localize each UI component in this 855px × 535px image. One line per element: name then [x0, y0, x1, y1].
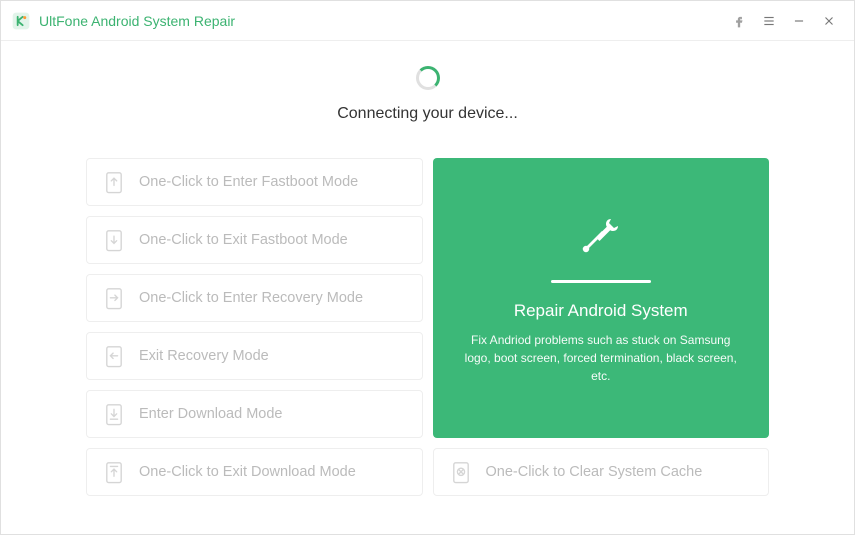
phone-enter-icon	[105, 287, 123, 309]
titlebar-left: UltFone Android System Repair	[11, 11, 235, 31]
card-label: Exit Recovery Mode	[139, 348, 269, 364]
options-grid: One-Click to Enter Fastboot Mode One-Cli…	[86, 158, 769, 496]
enter-download-card[interactable]: Enter Download Mode	[86, 390, 423, 438]
titlebar: UltFone Android System Repair	[1, 1, 854, 41]
card-label: Enter Download Mode	[139, 406, 282, 422]
repair-system-card[interactable]: Repair Android System Fix Andriod proble…	[433, 158, 770, 438]
feature-title: Repair Android System	[514, 301, 688, 321]
enter-fastboot-card[interactable]: One-Click to Enter Fastboot Mode	[86, 158, 423, 206]
card-label: One-Click to Exit Download Mode	[139, 464, 356, 480]
exit-fastboot-card[interactable]: One-Click to Exit Fastboot Mode	[86, 216, 423, 264]
feature-description: Fix Andriod problems such as stuck on Sa…	[453, 331, 750, 385]
app-window: UltFone Android System Repair Connecting…	[0, 0, 855, 535]
exit-recovery-card[interactable]: Exit Recovery Mode	[86, 332, 423, 380]
status-text: Connecting your device...	[86, 105, 769, 123]
titlebar-controls	[724, 6, 844, 36]
phone-down-icon	[105, 229, 123, 251]
card-label: One-Click to Exit Fastboot Mode	[139, 232, 348, 248]
phone-exit-icon	[105, 345, 123, 367]
exit-download-card[interactable]: One-Click to Exit Download Mode	[86, 448, 423, 496]
menu-icon[interactable]	[754, 6, 784, 36]
phone-download-icon	[105, 403, 123, 425]
facebook-icon[interactable]	[724, 6, 754, 36]
minimize-icon[interactable]	[784, 6, 814, 36]
app-title: UltFone Android System Repair	[39, 13, 235, 29]
phone-clear-icon	[452, 461, 470, 483]
clear-cache-card[interactable]: One-Click to Clear System Cache	[433, 448, 770, 496]
card-label: One-Click to Clear System Cache	[486, 464, 703, 480]
feature-divider	[551, 280, 651, 283]
card-label: One-Click to Enter Recovery Mode	[139, 290, 363, 306]
loading-spinner-icon	[416, 66, 440, 90]
status-section: Connecting your device...	[86, 66, 769, 123]
enter-recovery-card[interactable]: One-Click to Enter Recovery Mode	[86, 274, 423, 322]
tools-icon	[576, 211, 626, 266]
content-area: Connecting your device... One-Click to E…	[1, 41, 854, 526]
phone-up-icon	[105, 171, 123, 193]
app-logo-icon	[11, 11, 31, 31]
close-icon[interactable]	[814, 6, 844, 36]
card-label: One-Click to Enter Fastboot Mode	[139, 174, 358, 190]
phone-upload-icon	[105, 461, 123, 483]
